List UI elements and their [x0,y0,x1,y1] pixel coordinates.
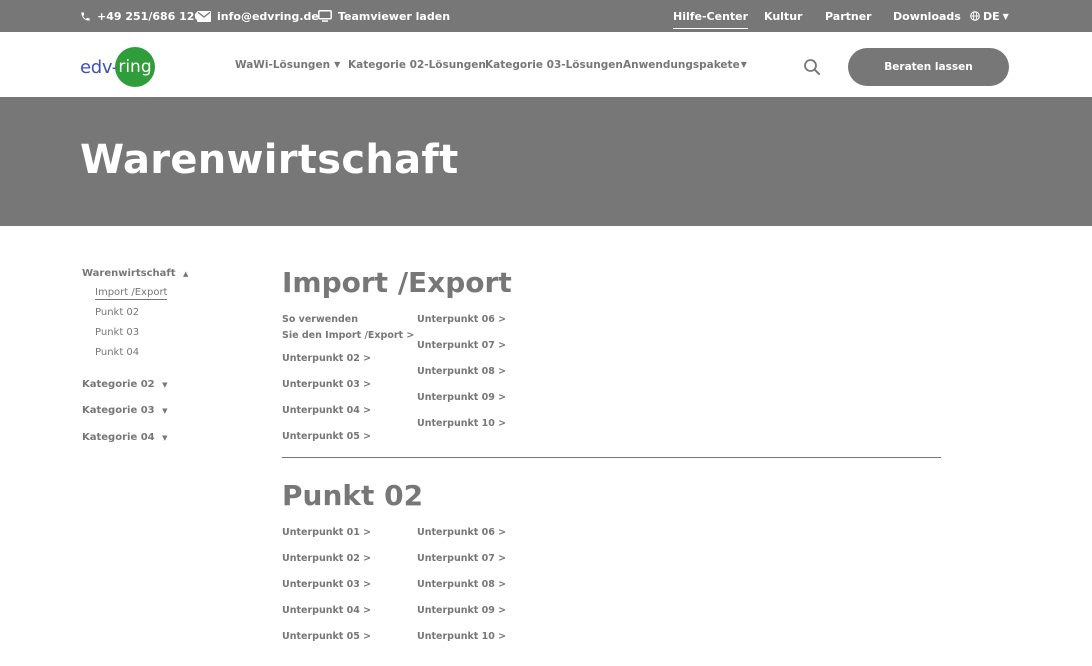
sidebar-item-punkt-03[interactable]: Punkt 03 [95,327,139,338]
nav-wawi-label: WaWi-Lösungen [235,58,331,71]
beraten-lassen-button[interactable]: Beraten lassen [848,48,1009,86]
sidebar-category-label: Kategorie 02 [82,379,155,390]
chevron-down-icon: ▼ [162,381,168,389]
sidebar-category-kategorie-04[interactable]: Kategorie 04 ▼ [82,432,168,443]
subpoint-link-08[interactable]: Unterpunkt 08 > [417,364,506,380]
hilfe-center-label: Hilfe-Center [673,9,749,29]
chevron-up-icon: ▲ [183,270,189,278]
chevron-down-icon: ▼ [162,434,168,442]
downloads-link[interactable]: Downloads [893,0,961,32]
sidebar-category-label: Warenwirtschaft [82,268,176,279]
section-divider [282,457,941,458]
main-header: edv- ring WaWi-Lösungen ▼ Kategorie 02-L… [0,32,1092,97]
nav-anwendungspakete-label: Anwendungspakete [623,58,740,71]
subpoint-link-06[interactable]: Unterpunkt 06 > [417,525,506,541]
email-address: info@edvring.de [217,9,319,23]
partner-link[interactable]: Partner [825,0,872,32]
subpoint-link-09[interactable]: Unterpunkt 09 > [417,603,506,619]
hilfe-center-link[interactable]: Hilfe-Center [673,0,749,32]
sidebar-item-punkt-02[interactable]: Punkt 02 [95,307,139,318]
subpoint-link-04[interactable]: Unterpunkt 04 > [282,603,371,619]
subpoint-link-03[interactable]: Unterpunkt 03 > [282,577,371,593]
subpoint-link-01[interactable]: Unterpunkt 01 > [282,525,371,541]
chevron-down-icon: ▼ [740,60,747,69]
subpoint-link-02[interactable]: Unterpunkt 02 > [282,351,371,367]
subpoint-label-line1: So verwenden [282,314,358,325]
section-title-punkt-02: Punkt 02 [282,479,424,512]
phone-number: +49 251/686 120 [97,9,203,23]
subpoint-link-09[interactable]: Unterpunkt 09 > [417,390,506,406]
top-bar: +49 251/686 120 info@edvring.de Teamview… [0,0,1092,32]
subpoint-link-05[interactable]: Unterpunkt 05 > [282,629,371,645]
kultur-link[interactable]: Kultur [764,0,802,32]
phone-icon [80,11,91,22]
partner-label: Partner [825,9,872,23]
sidebar-category-kategorie-03[interactable]: Kategorie 03 ▼ [82,405,168,416]
nav-wawi-loesungen[interactable]: WaWi-Lösungen ▼ [235,32,340,97]
teamviewer-label: Teamviewer laden [338,9,451,23]
email-link[interactable]: info@edvring.de [197,0,319,32]
subpoint-link-07[interactable]: Unterpunkt 07 > [417,551,506,567]
nav-kategorie-02-label: Kategorie 02-Lösungen [348,58,486,71]
nav-anwendungspakete[interactable]: Anwendungspakete ▼ [623,32,747,97]
subpoint-link-06[interactable]: Unterpunkt 06 > [417,312,506,328]
subpoint-link-02[interactable]: Unterpunkt 02 > [282,551,371,567]
nav-kategorie-03[interactable]: Kategorie 03-Lösungen [485,32,623,97]
section-title-import-export: Import /Export [282,266,512,299]
subpoint-link-10[interactable]: Unterpunkt 10 > [417,416,506,432]
chevron-down-icon: ▼ [1002,11,1009,21]
nav-kategorie-03-label: Kategorie 03-Lösungen [485,58,623,71]
subpoint-label-line2: Sie den Import /Export > [282,330,415,341]
logo-text-edv: edv- [80,56,118,78]
mail-icon [197,10,211,22]
phone-link[interactable]: +49 251/686 120 [80,0,202,32]
page-title: Warenwirtschaft [80,137,459,183]
logo[interactable]: edv- ring [80,47,155,87]
subpoint-link-01[interactable]: So verwenden Sie den Import /Export > [282,312,414,344]
subpoint-link-05[interactable]: Unterpunkt 05 > [282,429,371,445]
subpoint-link-04[interactable]: Unterpunkt 04 > [282,403,371,419]
sidebar-category-label: Kategorie 03 [82,405,155,416]
hero-banner: Warenwirtschaft [0,97,1092,226]
kultur-label: Kultur [764,9,803,23]
sidebar-category-warenwirtschaft[interactable]: Warenwirtschaft ▲ [82,268,188,279]
sidebar-category-label: Kategorie 04 [82,432,155,443]
nav-kategorie-02[interactable]: Kategorie 02-Lösungen [348,32,486,97]
chevron-down-icon: ▼ [162,407,168,415]
language-label: DE [983,9,1000,23]
logo-ring-circle: ring [114,47,155,87]
teamviewer-link[interactable]: Teamviewer laden [318,0,450,32]
monitor-icon [318,10,332,22]
search-icon[interactable] [803,58,821,76]
sidebar-item-punkt-04[interactable]: Punkt 04 [95,347,139,358]
subpoint-link-03[interactable]: Unterpunkt 03 > [282,377,371,393]
subpoint-link-07[interactable]: Unterpunkt 07 > [417,338,506,354]
globe-icon [970,11,980,21]
subpoint-link-08[interactable]: Unterpunkt 08 > [417,577,506,593]
language-selector[interactable]: DE ▼ [970,0,1009,32]
subpoint-link-10[interactable]: Unterpunkt 10 > [417,629,506,645]
downloads-label: Downloads [893,9,961,23]
sidebar-category-kategorie-02[interactable]: Kategorie 02 ▼ [82,379,168,390]
chevron-down-icon: ▼ [334,60,341,69]
sidebar-item-import-export[interactable]: Import /Export [95,287,168,300]
